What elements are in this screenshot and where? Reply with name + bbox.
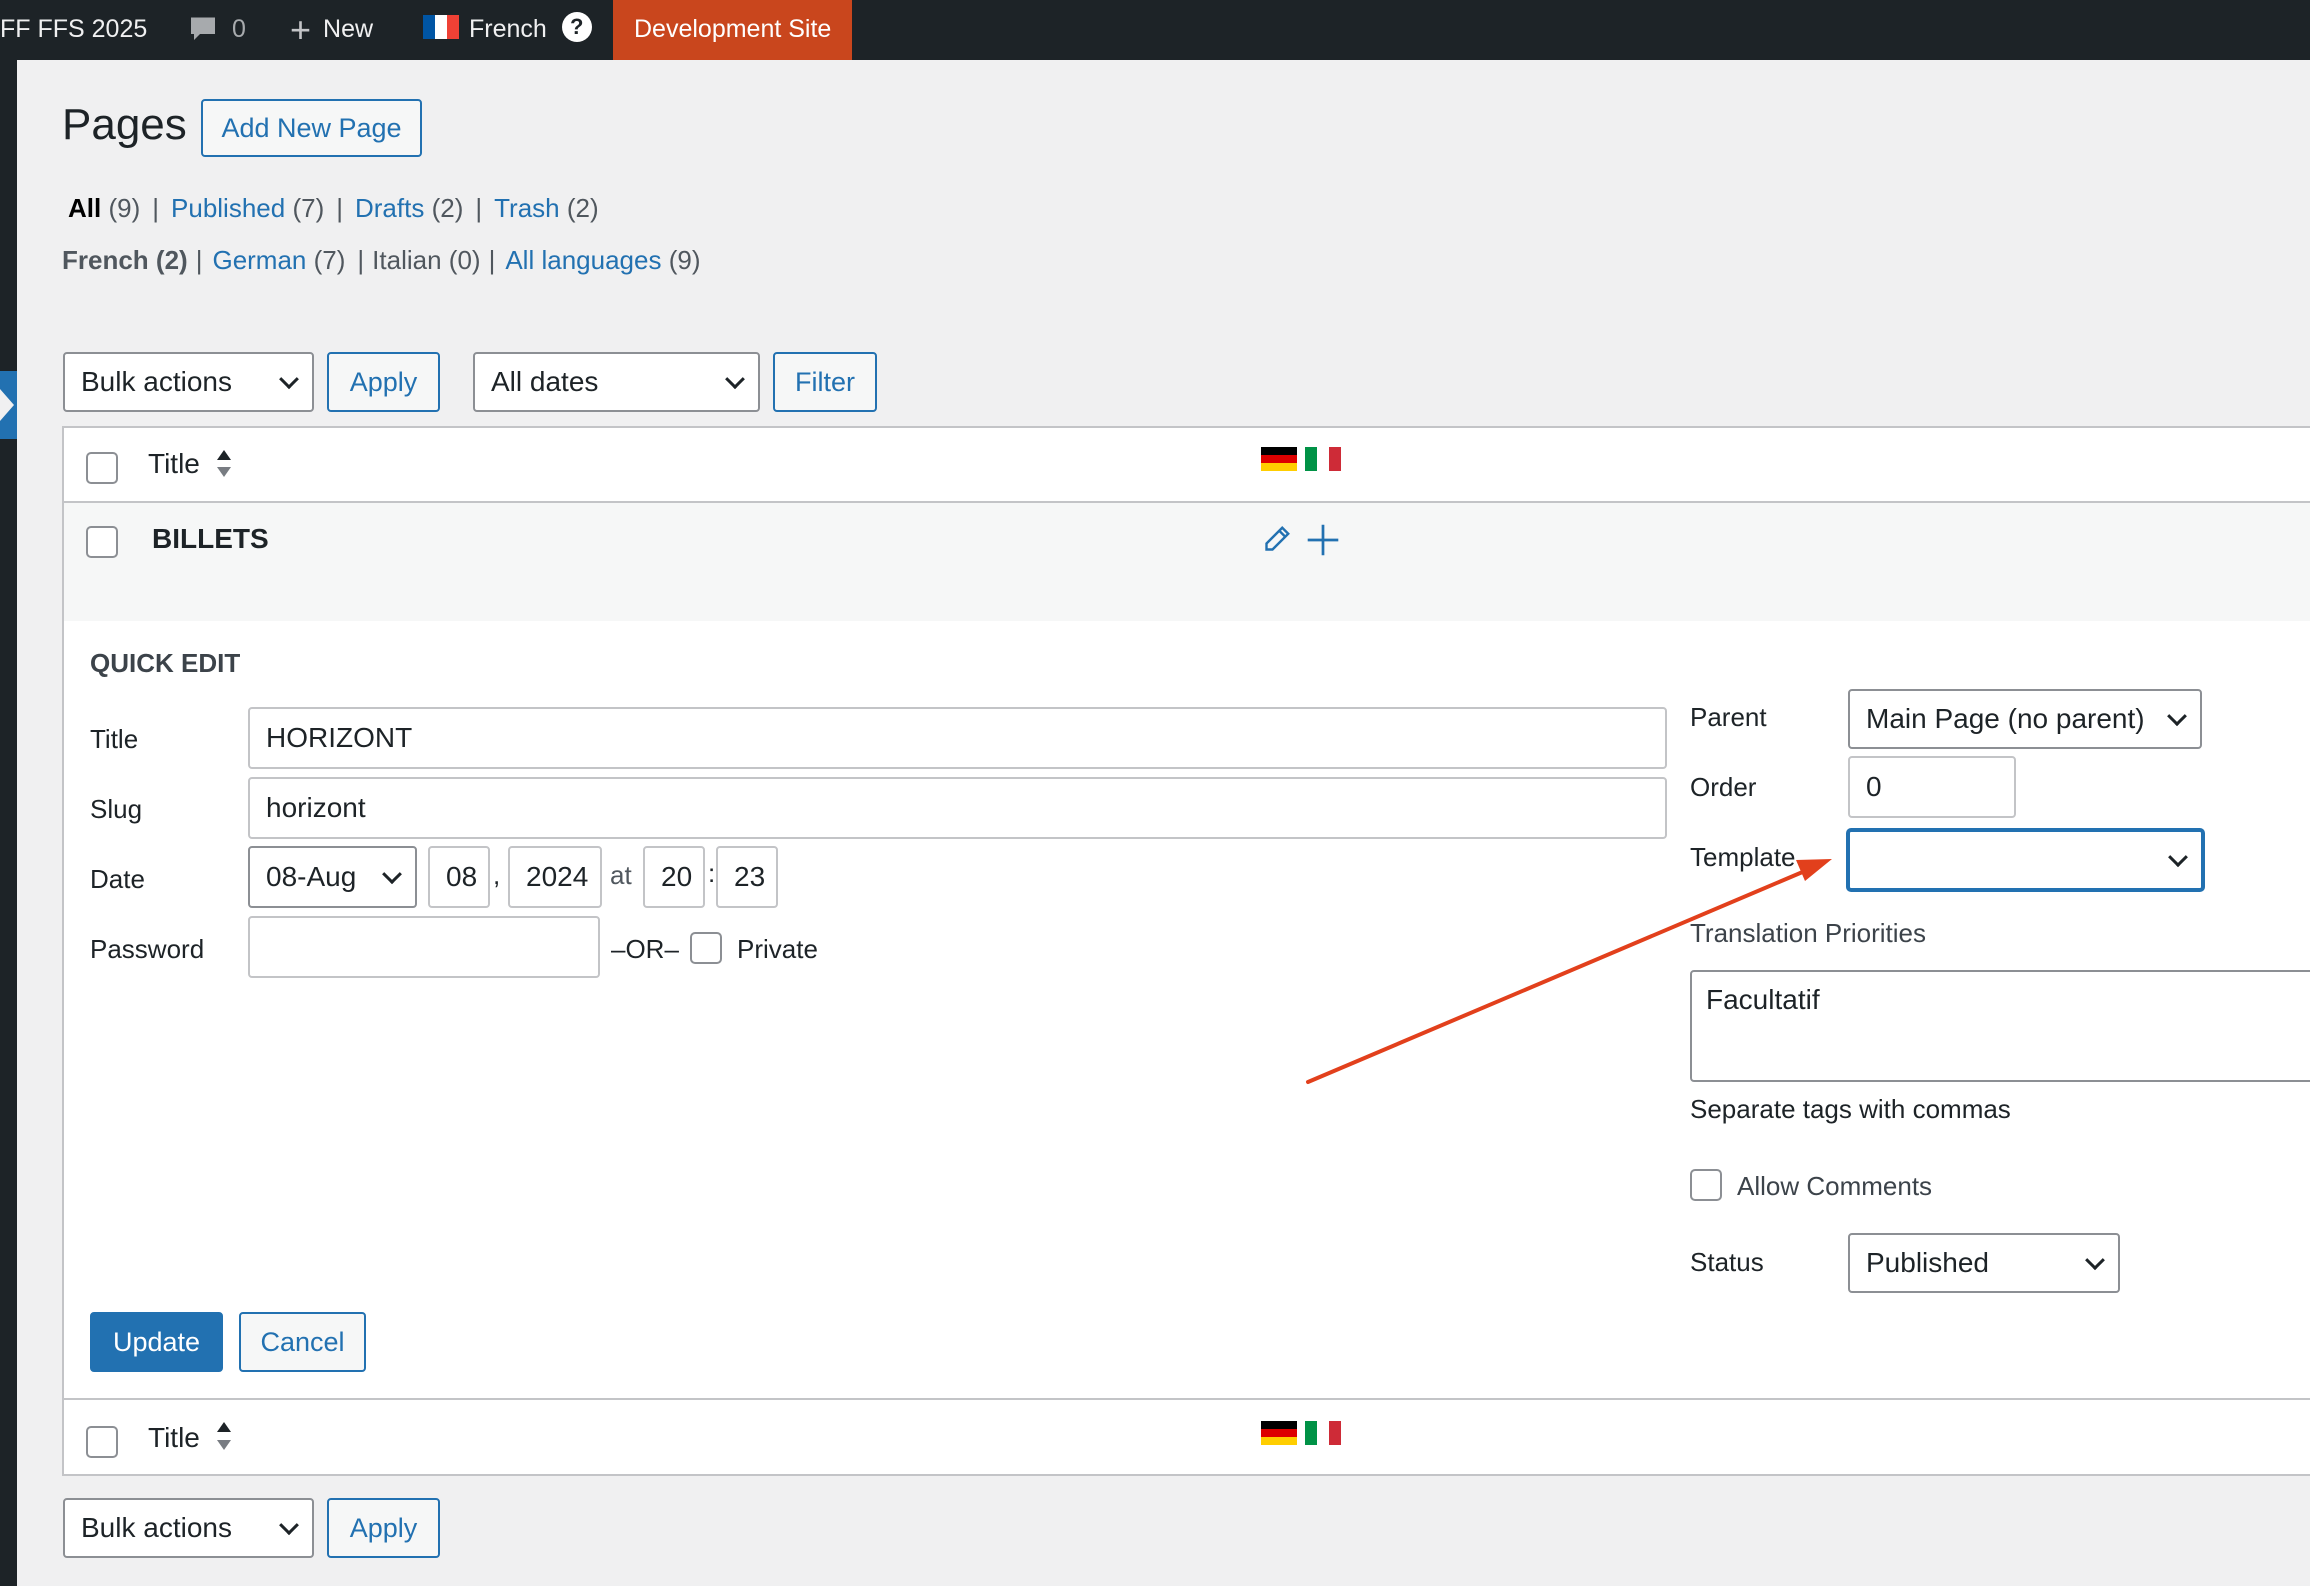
bulk-actions-select-bottom[interactable]: Bulk actions xyxy=(63,1498,314,1558)
chevron-down-icon xyxy=(279,1515,299,1536)
footer-divider xyxy=(64,1398,2310,1400)
german-flag-icon xyxy=(1261,1421,1297,1445)
sort-asc-icon xyxy=(217,1422,231,1432)
select-all-checkbox-bottom[interactable] xyxy=(86,1426,118,1458)
italian-flag-icon xyxy=(1305,1421,1341,1445)
apply-button-bottom[interactable]: Apply xyxy=(327,1498,440,1558)
sort-desc-icon xyxy=(217,1440,231,1450)
title-column-footer[interactable]: Title xyxy=(148,1422,200,1454)
annotation-arrow-icon xyxy=(1306,859,1832,1084)
